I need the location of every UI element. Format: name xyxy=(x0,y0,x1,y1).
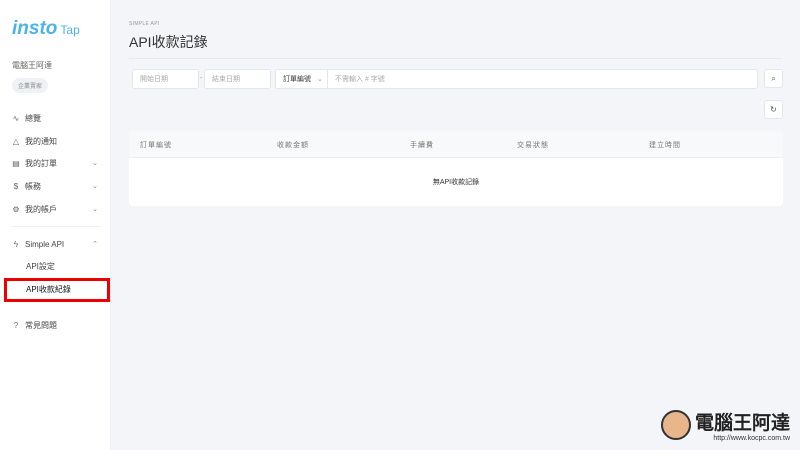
divider xyxy=(129,58,782,59)
divider xyxy=(12,226,100,227)
sidebar-item-api-settings[interactable]: API設定 xyxy=(0,256,111,276)
field-select-value: 訂單編號 xyxy=(283,76,311,83)
column-header: 建立時間 xyxy=(649,142,681,149)
user-name: 電腦王阿達 xyxy=(12,61,52,70)
help-icon: ? xyxy=(13,320,19,330)
search-icon: ⌕ xyxy=(771,73,776,83)
keyword-input[interactable]: 不需輸入 # 字號 xyxy=(327,69,758,89)
chevron-up-icon: ⌃ xyxy=(92,241,98,248)
sidebar-item-notifications[interactable]: △ 我的通知 xyxy=(0,131,111,151)
column-header: 訂單編號 xyxy=(140,142,172,149)
watermark-text: 電腦王阿達 xyxy=(694,413,790,434)
sidebar-item-overview[interactable]: ∿ 總覽 xyxy=(0,108,111,128)
empty-state: 無API收款記錄 xyxy=(432,179,480,186)
user-badge: 企業賣家 xyxy=(12,78,49,93)
chevron-down-icon: ⌄ xyxy=(317,76,323,83)
end-date-input[interactable]: 結束日期 xyxy=(204,69,271,89)
watermark: 電腦王阿達 http://www.kocpc.com.tw xyxy=(660,408,790,442)
label: 我的帳戶 xyxy=(25,204,57,214)
sidebar-item-simple-api[interactable]: ϟ Simple API ⌃ xyxy=(0,234,111,254)
label: 我的訂單 xyxy=(25,158,57,168)
label: Simple API xyxy=(25,239,65,249)
records-table: 訂單編號 收款金額 手續費 交易狀態 建立時間 無API收款記錄 xyxy=(129,131,783,206)
chevron-down-icon: ⌄ xyxy=(92,183,98,190)
sidebar-item-faq[interactable]: ? 常見問題 xyxy=(0,315,111,335)
logo[interactable]: insto Tap xyxy=(12,18,80,40)
label: 帳務 xyxy=(25,181,41,191)
table-header: 訂單編號 收款金額 手續費 交易狀態 建立時間 xyxy=(129,131,783,158)
chevron-down-icon: ⌄ xyxy=(92,206,98,213)
sidebar: insto Tap 電腦王阿達 企業賣家 ∿ 總覽 △ 我的通知 ▤ 我的訂單 ⌄ $ 帳務… xyxy=(0,0,111,450)
bell-icon: △ xyxy=(12,136,20,146)
highlight-box xyxy=(4,278,110,302)
page-title: API收款記錄 xyxy=(129,34,208,50)
sidebar-item-billing[interactable]: $ 帳務 ⌄ xyxy=(0,176,111,196)
document-icon: ▤ xyxy=(12,158,20,168)
gear-icon: ⚙ xyxy=(12,204,20,214)
sidebar-item-orders[interactable]: ▤ 我的訂單 ⌄ xyxy=(0,153,111,173)
label: 總覽 xyxy=(25,113,41,123)
column-header: 交易狀態 xyxy=(517,142,549,149)
column-header: 手續費 xyxy=(410,142,434,149)
refresh-button[interactable]: ↻ xyxy=(764,100,783,119)
column-header: 收款金額 xyxy=(277,142,309,149)
label: 常見問題 xyxy=(25,320,57,330)
start-date-input[interactable]: 開始日期 xyxy=(132,69,199,89)
chevron-down-icon: ⌄ xyxy=(92,160,98,167)
search-button[interactable]: ⌕ xyxy=(764,69,783,88)
refresh-icon: ↻ xyxy=(770,105,777,114)
activity-icon: ∿ xyxy=(12,113,20,123)
mascot-icon xyxy=(660,410,691,440)
label: 我的通知 xyxy=(25,136,57,146)
dollar-icon: $ xyxy=(13,181,19,191)
bolt-icon: ϟ xyxy=(13,239,19,249)
watermark-url: http://www.kocpc.com.tw xyxy=(713,435,790,442)
sidebar-item-account[interactable]: ⚙ 我的帳戶 ⌄ xyxy=(0,199,111,219)
label: API設定 xyxy=(26,261,55,271)
breadcrumb: SIMPLE API xyxy=(129,21,160,27)
field-select[interactable]: 訂單編號 ⌄ xyxy=(275,69,328,89)
date-separator: - xyxy=(200,75,203,82)
